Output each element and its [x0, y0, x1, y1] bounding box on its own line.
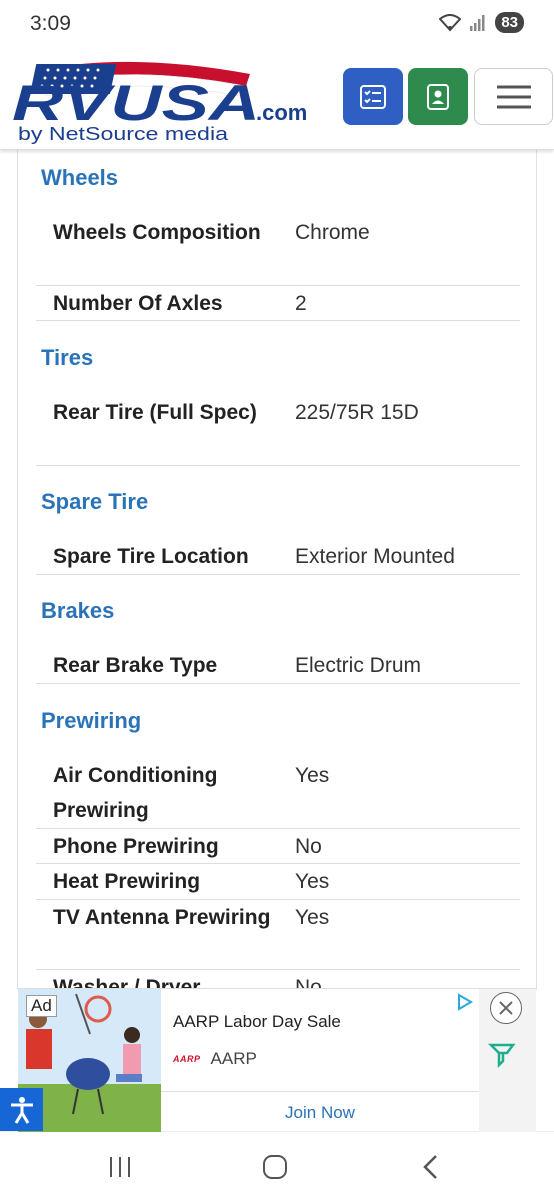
spec-value: No — [295, 976, 322, 990]
spec-label: Wheels Composition — [53, 221, 261, 244]
ad-brand-row: AARP AARP — [173, 1049, 257, 1069]
home-button[interactable] — [255, 1152, 295, 1182]
back-icon — [423, 1155, 437, 1179]
recent-apps-icon — [110, 1157, 130, 1177]
specs-content: Wheels Wheels Composition Chrome Number … — [17, 150, 537, 990]
spec-row: Rear Tire (Full Spec) 225/75R 15D — [36, 395, 520, 466]
spec-value: Yes — [295, 764, 330, 787]
logo-domain: .com — [256, 100, 307, 125]
status-time: 3:09 — [30, 12, 71, 35]
spec-row: Spare Tire Location Exterior Mounted — [36, 539, 520, 575]
ad-brand: AARP — [210, 1049, 257, 1068]
site-header: RVUSA .com by NetSource media — [0, 48, 554, 150]
ad-badge: Ad — [26, 995, 57, 1017]
spec-value: 225/75R 15D — [295, 401, 419, 424]
section-title-brakes: Brakes — [41, 598, 115, 623]
section-title-wheels: Wheels — [41, 165, 119, 190]
wifi-icon — [439, 13, 462, 31]
signal-icon — [470, 14, 485, 31]
logo-tagline: by NetSource media — [18, 124, 229, 144]
saved-list-button[interactable] — [343, 68, 403, 125]
spec-value: Exterior Mounted — [295, 545, 455, 568]
spec-value: Yes — [295, 906, 330, 929]
spec-value: Yes — [295, 870, 330, 893]
status-bar: 3:09 83 — [0, 0, 554, 48]
spec-label: Heat Prewiring — [53, 870, 201, 893]
join-now-button[interactable]: Join Now — [161, 1091, 479, 1132]
spec-row: Rear Brake Type Electric Drum — [36, 648, 520, 684]
spec-label: Spare Tire Location — [53, 545, 249, 568]
spec-row: Phone Prewiring No — [36, 829, 520, 864]
spec-label: Rear Brake Type — [53, 654, 218, 677]
spec-row: Number Of Axles 2 — [36, 286, 520, 321]
section-title-tires: Tires — [41, 345, 94, 370]
spec-value: No — [295, 835, 322, 858]
contact-card-icon — [427, 83, 449, 110]
freestar-icon[interactable] — [487, 1041, 516, 1074]
spec-label: Washer / Dryer — [53, 976, 201, 990]
close-icon — [499, 1001, 513, 1015]
menu-icon — [496, 85, 531, 108]
hamburger-menu-button[interactable] — [474, 68, 553, 125]
close-ad-button[interactable] — [490, 992, 522, 1024]
battery-indicator: 83 — [495, 12, 524, 33]
spec-value: 2 — [295, 292, 307, 315]
spec-label: Rear Tire (Full Spec) — [53, 401, 257, 424]
system-nav-bar — [0, 1131, 554, 1200]
spec-row: TV Antenna Prewiring Yes — [36, 900, 520, 970]
logo-wordmark: RVUSA — [12, 75, 260, 131]
ad-title[interactable]: AARP Labor Day Sale — [173, 1012, 341, 1032]
spec-label: Phone Prewiring — [53, 835, 219, 858]
spec-label: Air Conditioning Prewiring — [53, 764, 218, 822]
spec-label: TV Antenna Prewiring — [53, 906, 271, 929]
logo-graphic: RVUSA .com by NetSource media — [12, 61, 307, 144]
spec-value: Chrome — [295, 221, 370, 244]
back-button[interactable] — [410, 1152, 450, 1182]
accessibility-button[interactable] — [0, 1088, 43, 1131]
accessibility-icon — [10, 1096, 33, 1124]
spec-label: Number Of Axles — [53, 292, 223, 315]
recent-apps-button[interactable] — [100, 1152, 140, 1182]
aarp-logo: AARP — [173, 1054, 201, 1064]
spec-row: Air Conditioning Prewiring Yes — [36, 758, 520, 829]
status-icons: 83 — [439, 12, 524, 33]
checklist-icon — [360, 84, 386, 109]
section-title-spare-tire: Spare Tire — [41, 489, 149, 514]
ad-banner[interactable]: Ad AARP Labor Day Sale AARP AARP Join No… — [18, 988, 536, 1132]
spec-row: Washer / Dryer No — [36, 970, 520, 990]
contact-button[interactable] — [408, 68, 468, 125]
home-icon — [263, 1155, 287, 1179]
spec-row: Heat Prewiring Yes — [36, 864, 520, 900]
rvusa-logo[interactable]: RVUSA .com by NetSource media — [10, 56, 330, 144]
spec-value: Electric Drum — [295, 654, 422, 677]
section-title-prewiring: Prewiring — [41, 708, 142, 733]
spec-row: Wheels Composition Chrome — [36, 215, 520, 286]
adchoices-icon[interactable] — [456, 993, 474, 1016]
